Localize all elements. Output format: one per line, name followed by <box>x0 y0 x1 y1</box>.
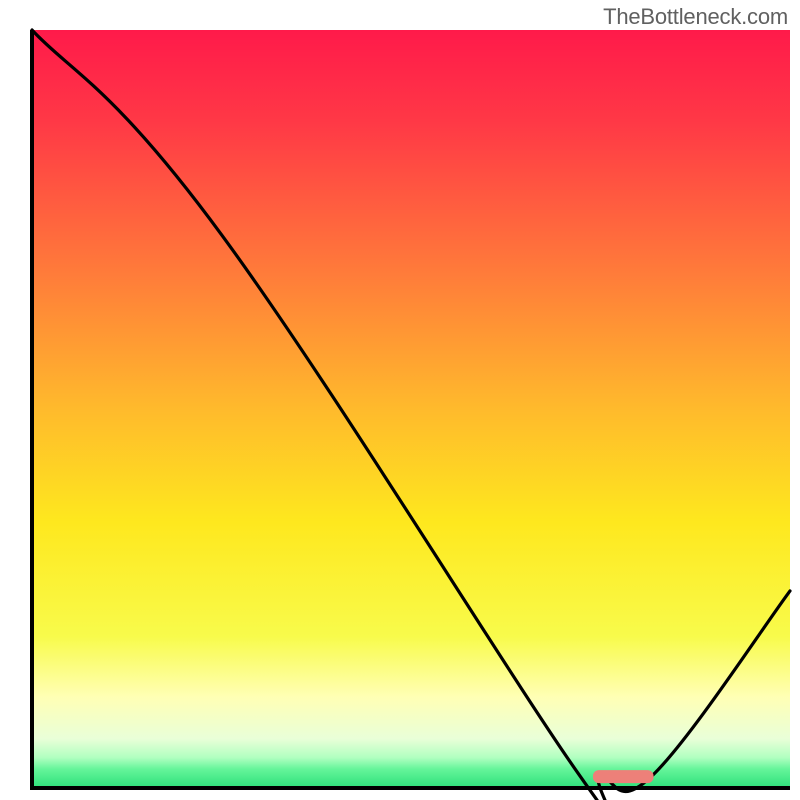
optimal-marker <box>593 770 654 783</box>
plot-background <box>32 30 790 788</box>
watermark-text: TheBottleneck.com <box>603 4 788 30</box>
bottleneck-chart <box>0 0 800 800</box>
